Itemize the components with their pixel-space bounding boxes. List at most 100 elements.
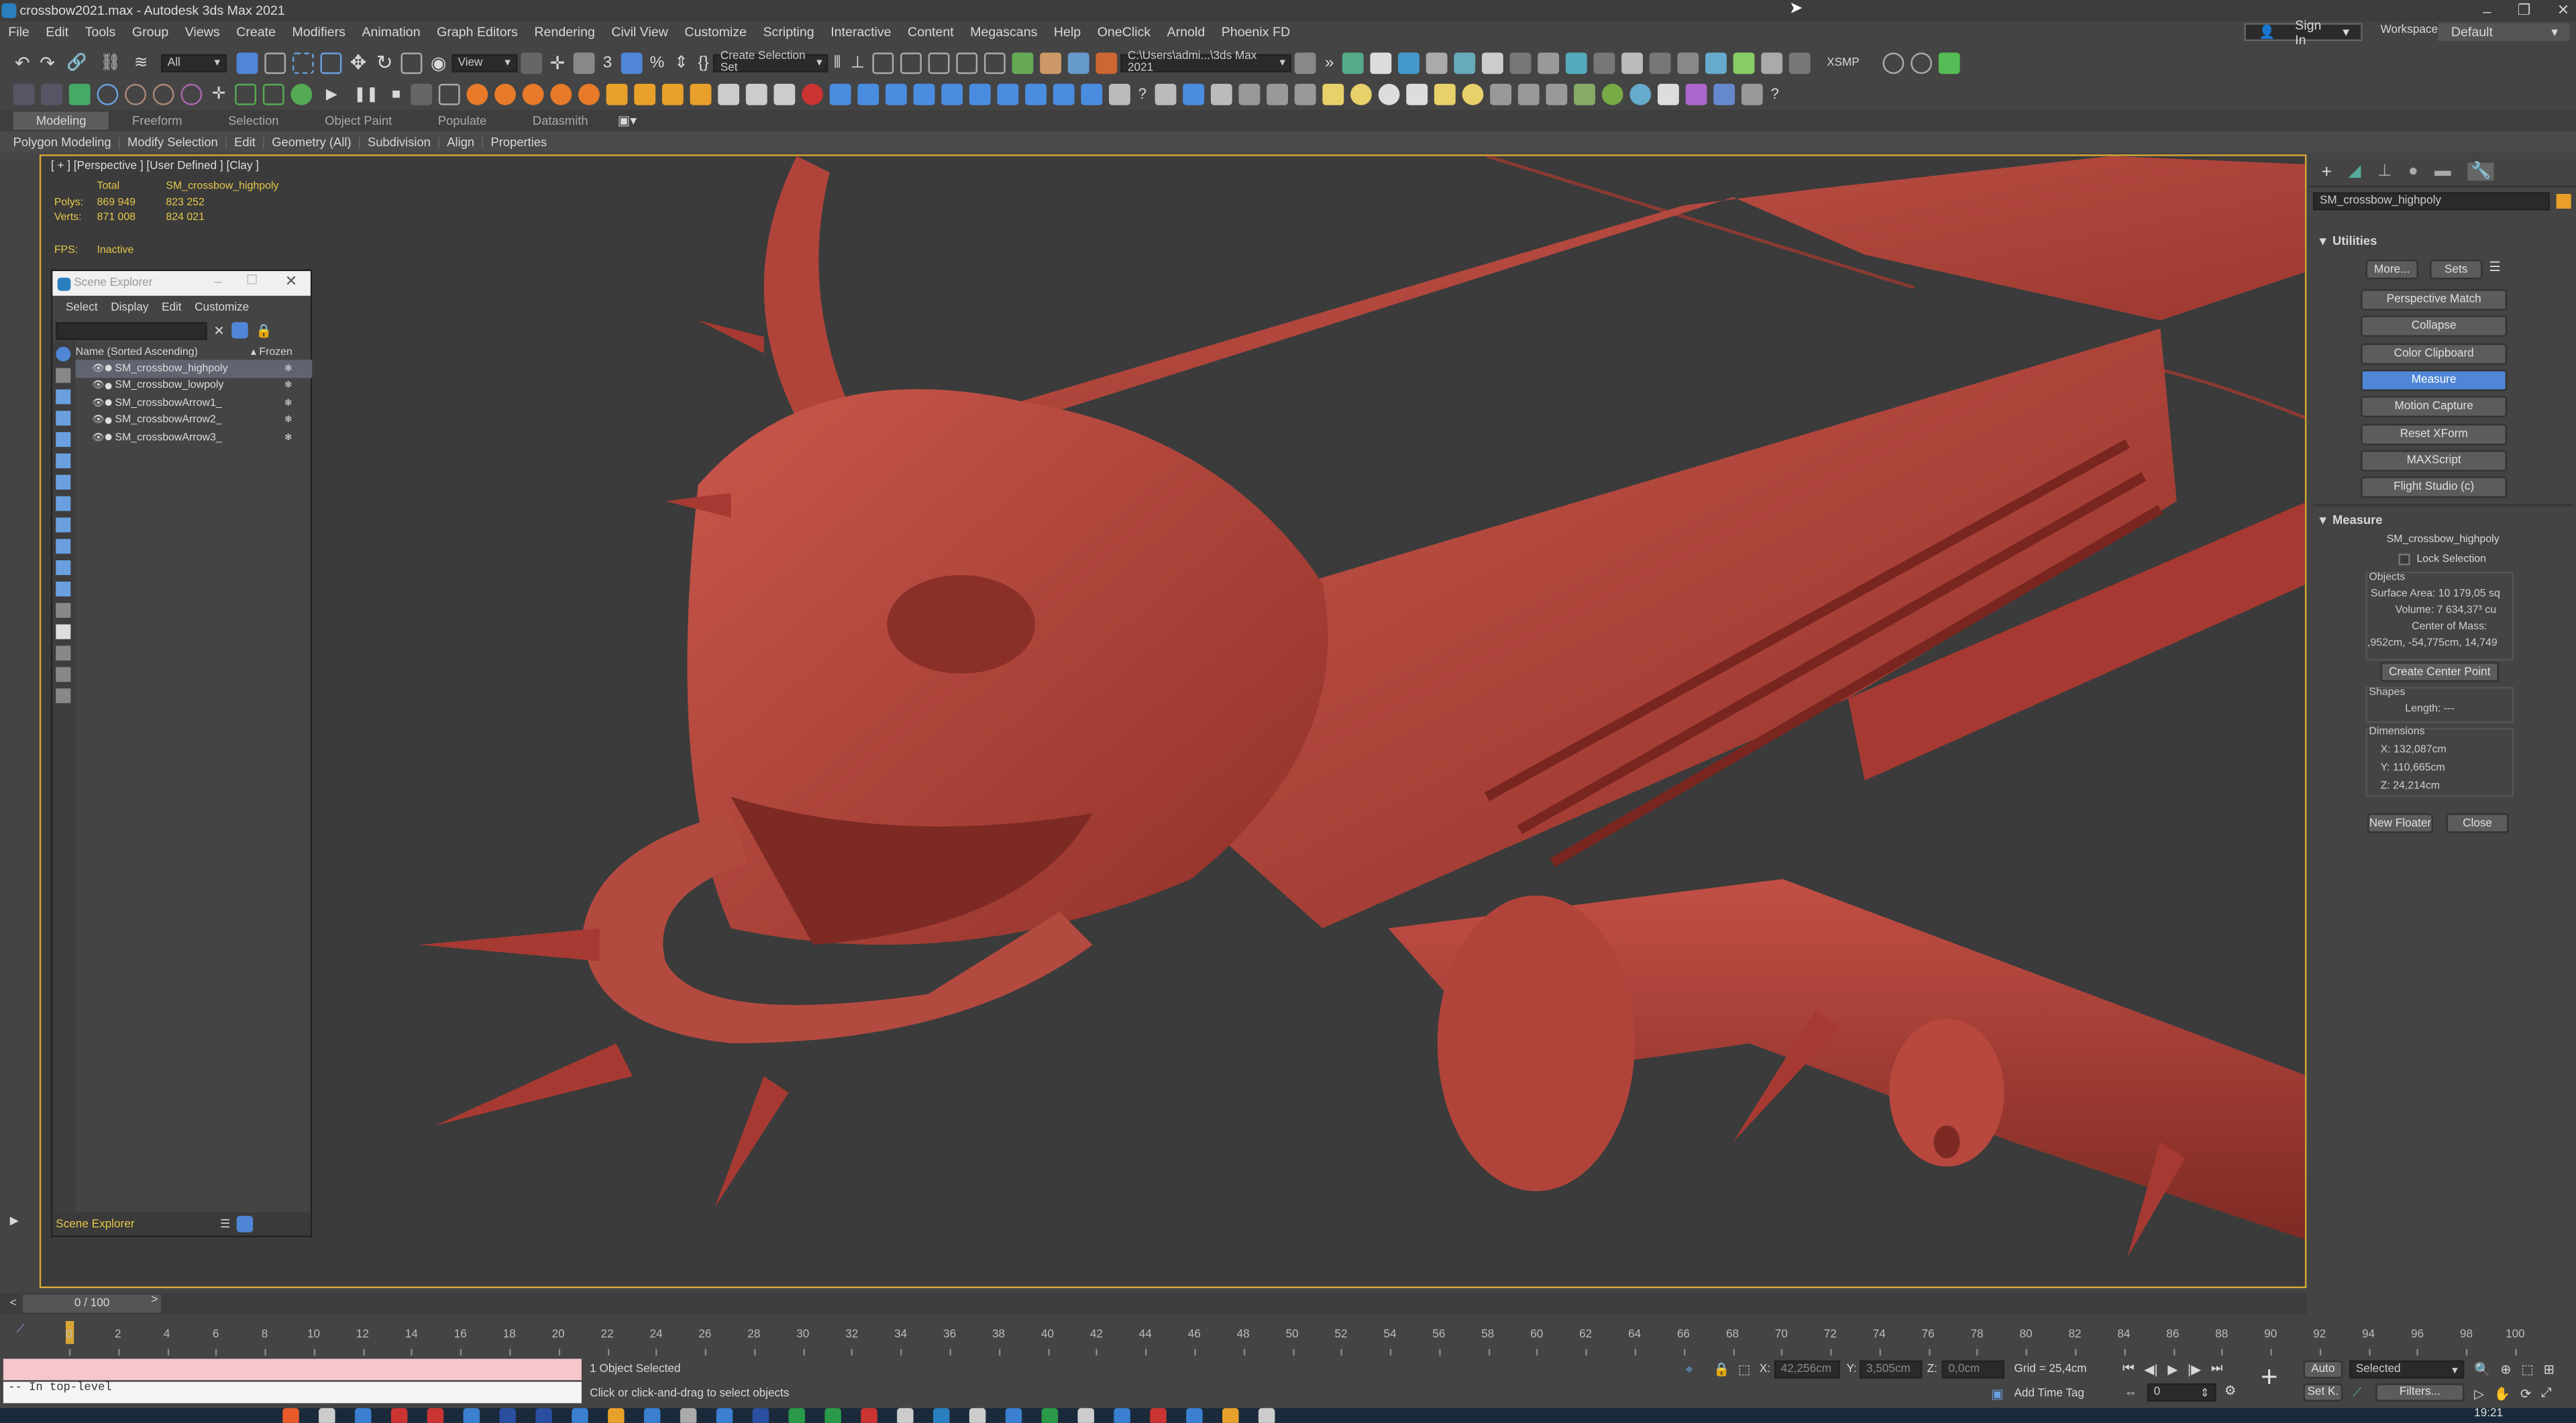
se-menu-display[interactable]: Display [104,301,155,313]
pivot-icon[interactable] [520,52,542,73]
orbit-icon[interactable]: ⟳ [2520,1386,2531,1401]
phoenix-icon-7[interactable] [633,83,655,105]
close-icon[interactable]: ✕ [285,273,297,291]
taskbar-app-icon-15[interactable] [788,1407,806,1423]
curve-editor-mini-icon[interactable]: ⟋ [16,1324,24,1338]
maxscript-button[interactable]: MAXScript [2361,450,2508,472]
taskbar-app-icon-1[interactable] [282,1407,299,1423]
se-menu-edit[interactable]: Edit [155,301,188,313]
close-measure-button[interactable]: Close [2446,813,2509,833]
fov-icon[interactable]: ▷ [2474,1386,2484,1401]
menu-create[interactable]: Create [228,25,284,40]
scale-icon[interactable] [400,52,423,73]
rect-selection-icon[interactable] [292,52,314,73]
ribbon-polygon-modeling[interactable]: Polygon Modeling [7,135,118,150]
filter-funnel-icon[interactable] [56,667,71,682]
tool-icon-12[interactable] [410,83,432,105]
help-icon[interactable]: ? [1138,85,1146,101]
visibility-eye-icon[interactable]: 👁 [92,415,105,426]
minimize-icon[interactable]: – [215,274,222,289]
material-editor-icon[interactable] [1012,52,1034,73]
lock-selection-checkbox[interactable] [2398,554,2410,566]
filter-hidden-icon[interactable] [56,581,71,596]
bind-spacewarp-icon[interactable]: ≋ [134,54,148,72]
select-manipulate-icon[interactable]: ✛ [550,52,566,73]
zoom-extents-icon[interactable]: ⬚ [2521,1362,2534,1377]
phoenix-water-icon-6[interactable] [969,83,991,105]
time-config-arrows-icon[interactable]: ⇔ [2125,1385,2138,1400]
toggle-scene-explorer-icon[interactable] [873,52,895,73]
menu-views[interactable]: Views [177,25,228,40]
menu-megascans[interactable]: Megascans [962,25,1046,40]
spinner-snap-icon[interactable]: ⇕ [674,54,688,72]
plugin-icon-3[interactable] [1398,52,1419,73]
phoenix-icon-11[interactable] [745,83,767,105]
tool-icon-16[interactable] [1546,83,1567,105]
tool-icon-8[interactable]: ✛ [212,85,226,103]
vray-icon-5[interactable] [1266,83,1288,105]
go-to-start-icon[interactable]: ⏮ [2123,1361,2135,1377]
menu-phoenix-fd[interactable]: Phoenix FD [1214,25,1299,40]
plugin-icon-7[interactable] [1509,52,1532,73]
filter-frozen-icon[interactable] [56,560,71,576]
taskbar-app-icon-20[interactable] [969,1407,986,1423]
viewport-label[interactable]: [ + ] [Perspective ] [User Defined ] [Cl… [51,161,259,172]
plugin-icon-11[interactable] [1621,52,1643,73]
phoenix-fire-icon-3[interactable] [522,83,544,105]
sign-in-dropdown[interactable]: 👤 Sign In ▾ [2244,17,2363,47]
light-icon-4[interactable] [1405,83,1428,105]
utilities-rollout-header[interactable]: ▾ Utilities [2310,230,2576,250]
vray-icon-4[interactable] [1238,83,1260,105]
create-center-point-button[interactable]: Create Center Point [2380,662,2499,682]
y-coord-field[interactable]: 3,505cm [1860,1360,1923,1379]
taskbar-app-icon-26[interactable] [1186,1407,1203,1423]
phoenix-fire-icon-5[interactable] [578,83,600,105]
menu-file[interactable]: File [0,25,38,40]
freeze-icon[interactable]: ❄ [284,397,292,409]
ribbon-tab-datasmith[interactable]: Datasmith [510,112,611,130]
taskbar-app-icon-9[interactable] [572,1407,588,1423]
flight-studio-button[interactable]: Flight Studio (c) [2361,476,2508,498]
play-icon[interactable]: ▶ [326,85,337,103]
maximize-button[interactable]: ❐ [2518,1,2531,19]
light-icon-5[interactable] [1462,83,1484,105]
ribbon-tab-freeform[interactable]: Freeform [109,112,205,130]
taskbar-app-icon-28[interactable] [1258,1407,1275,1423]
workspace-dropdown[interactable]: Default ▾ [2438,23,2570,42]
phoenix-icon-12[interactable] [773,83,795,105]
filter-all-icon[interactable] [56,602,71,618]
menu-content[interactable]: Content [900,25,962,40]
tool-icon-19[interactable] [1629,83,1651,105]
filter-icon[interactable] [231,322,248,339]
new-floater-button[interactable]: New Floater [2367,813,2433,833]
tool-icon-9[interactable] [235,83,257,105]
menu-graph-editors[interactable]: Graph Editors [429,25,526,40]
scene-item[interactable]: 👁 SM_crossbowArrow2_ ❄ [76,411,313,429]
previous-frame-icon[interactable]: ◀| [2144,1361,2157,1376]
taskbar-app-icon-11[interactable] [644,1407,661,1423]
column-frozen[interactable]: ▴ Frozen [251,345,292,358]
create-tab-icon[interactable]: + [2321,162,2332,181]
zoom-extents-all-icon[interactable]: ⊞ [2544,1362,2555,1377]
ribbon-tab-object-paint[interactable]: Object Paint [302,112,415,130]
selection-filter-dropdown[interactable]: All ▾ [160,53,227,72]
freeze-icon[interactable]: ❄ [284,363,292,374]
collapse-button[interactable]: Collapse [2361,315,2508,337]
phoenix-water-icon-9[interactable] [1053,83,1075,105]
plugin-icon-18[interactable] [1882,52,1904,73]
menu-rendering[interactable]: Rendering [526,25,603,40]
taskbar-app-icon-6[interactable] [463,1407,480,1423]
project-path-dropdown[interactable]: C:\Users\admi...\3ds Max 2021 ▾ [1121,51,1292,74]
object-name-field[interactable]: SM_crossbow_highpoly [2313,192,2550,211]
plugin-icon-8[interactable] [1538,52,1560,73]
time-slider-prev-icon[interactable]: < [10,1298,17,1310]
freeze-icon[interactable]: ❄ [284,415,292,426]
scene-explorer-search-input[interactable] [56,321,207,339]
ribbon-modify-selection[interactable]: Modify Selection [121,135,224,150]
menu-arnold[interactable]: Arnold [1159,25,1213,40]
isolate-selection-icon[interactable]: ⌖ [1686,1362,1693,1378]
unlink-icon[interactable]: ⛓ [100,54,121,72]
hierarchy-tab-icon[interactable]: ⊥ [2377,162,2392,180]
render-icon[interactable] [1096,52,1118,73]
time-configuration-icon[interactable]: ⚙ [2224,1383,2237,1398]
